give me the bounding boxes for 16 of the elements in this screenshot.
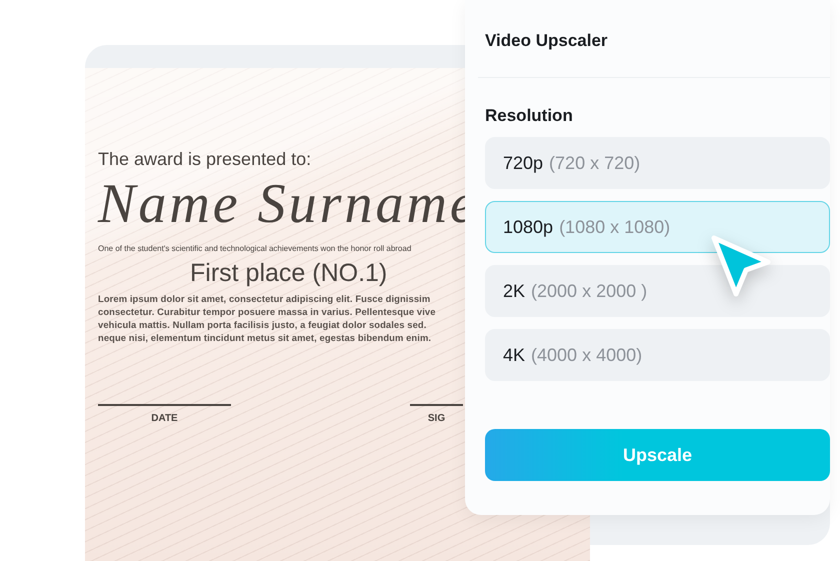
- section-heading: Resolution: [484, 105, 574, 122]
- signature-label: DATE: [151, 412, 178, 424]
- award-title: First place (NO.1): [190, 258, 388, 288]
- body-text-line: consectetur. Curabitur tempor posuere massa in varius. Pellentesque vive: [98, 305, 436, 318]
- resolution-option[interactable]: 2K (2000 x 2000 ): [485, 265, 830, 317]
- resolution-option[interactable]: 720p (720 x 720): [485, 137, 830, 189]
- panel-title: Video Upscaler: [484, 30, 609, 52]
- citation-text: One of the student's scientific and technological achievements won the honor roll abroad: [98, 244, 412, 254]
- signature-label: SIG: [428, 412, 446, 424]
- body-text-line: Lorem ipsum dolor sit amet, consectetur adipiscing elit. Fusce dignissim: [98, 292, 430, 305]
- body-text-line: vehicula mattis. Nullam porta facilisis justo, a feugiat dolor sodales sed.: [98, 318, 426, 331]
- body-text-line: neque nisi, elementum tincidunt metus sit amet, egestas bibendum enim.: [98, 331, 432, 344]
- recipient-name: Name Surname: [98, 174, 478, 234]
- certificate-heading: The award is presented to:: [98, 148, 312, 170]
- resolution-option[interactable]: 1080p (1080 x 1080): [485, 201, 830, 253]
- resolution-option[interactable]: 4K (4000 x 4000): [485, 329, 830, 381]
